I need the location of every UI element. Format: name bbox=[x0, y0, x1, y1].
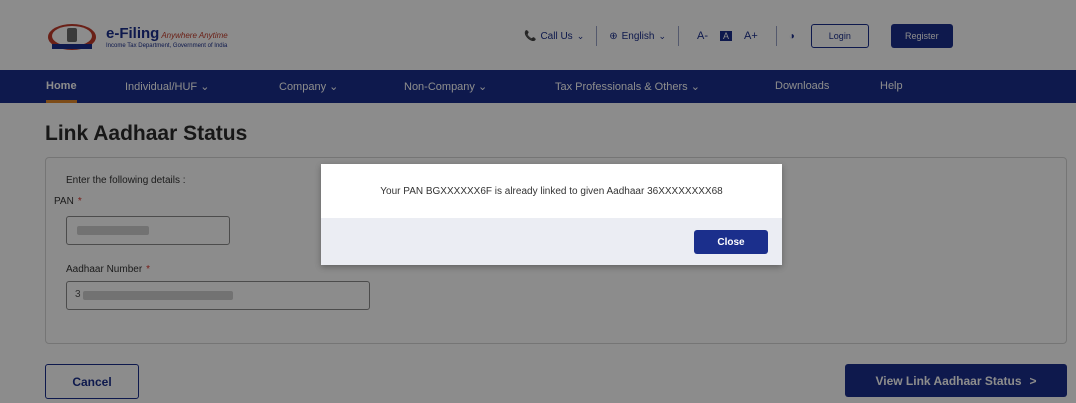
close-button[interactable]: Close bbox=[694, 230, 768, 254]
dialog-message: Your PAN BGXXXXXX6F is already linked to… bbox=[380, 185, 723, 197]
dialog-footer: Close bbox=[321, 218, 782, 265]
status-dialog: Your PAN BGXXXXXX6F is already linked to… bbox=[321, 164, 782, 265]
